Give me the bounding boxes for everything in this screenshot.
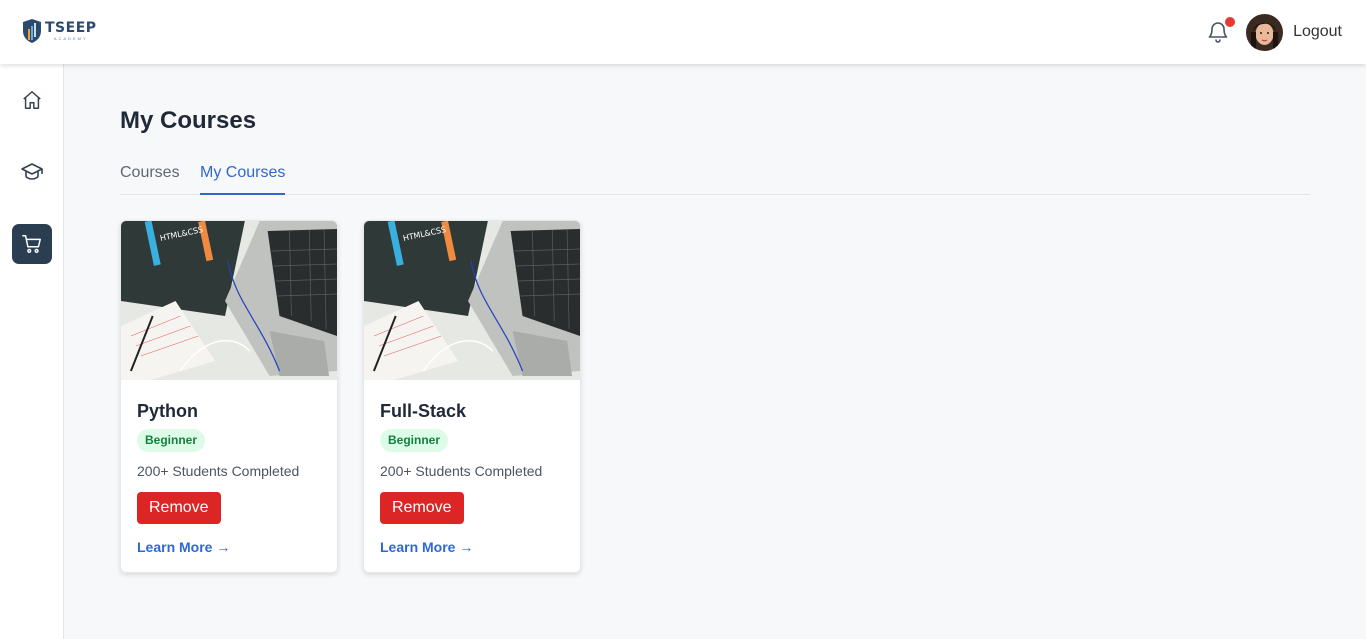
sidebar [0, 64, 64, 639]
sidebar-item-courses[interactable] [12, 152, 52, 192]
notification-dot [1225, 17, 1236, 27]
top-header: TSEEP ACADEMY Logout [0, 0, 1366, 64]
cart-icon [22, 235, 41, 253]
avatar[interactable] [1246, 13, 1284, 51]
students-completed: 200+ Students Completed [380, 463, 543, 479]
tab-my-courses[interactable]: My Courses [200, 164, 286, 195]
tab-courses[interactable]: Courses [120, 164, 180, 193]
home-icon [23, 91, 41, 109]
sidebar-item-cart[interactable] [12, 224, 52, 264]
tab-bar: Courses My Courses [120, 156, 1310, 195]
page-title: My Courses [120, 107, 257, 134]
notification-bell-icon[interactable] [1206, 17, 1236, 44]
level-badge: Beginner [137, 429, 206, 452]
sidebar-item-home[interactable] [12, 80, 52, 120]
course-title: Python [137, 401, 198, 421]
logo[interactable]: TSEEP ACADEMY [22, 18, 97, 44]
course-image: HTML&CSS [121, 221, 337, 380]
course-card: HTML&CSS Full-Stack Beginner 200+ Studen… [363, 220, 581, 573]
learn-more-link[interactable]: Learn More → [380, 539, 473, 555]
remove-button[interactable]: Remove [137, 492, 221, 524]
logo-shield-icon [23, 19, 41, 43]
level-badge: Beginner [380, 429, 449, 452]
graduation-cap-icon [21, 163, 43, 180]
students-completed: 200+ Students Completed [137, 463, 300, 479]
course-card: HTML&CSS Python Beginner 200+ Students C… [120, 220, 338, 573]
logo-subtitle: ACADEMY [53, 36, 88, 41]
learn-more-link[interactable]: Learn More → [137, 539, 230, 555]
course-image: HTML&CSS [364, 221, 580, 380]
logo-name: TSEEP [45, 20, 97, 36]
remove-button[interactable]: Remove [380, 492, 464, 524]
course-title: Full-Stack [380, 401, 467, 421]
logout-link[interactable]: Logout [1293, 23, 1342, 41]
